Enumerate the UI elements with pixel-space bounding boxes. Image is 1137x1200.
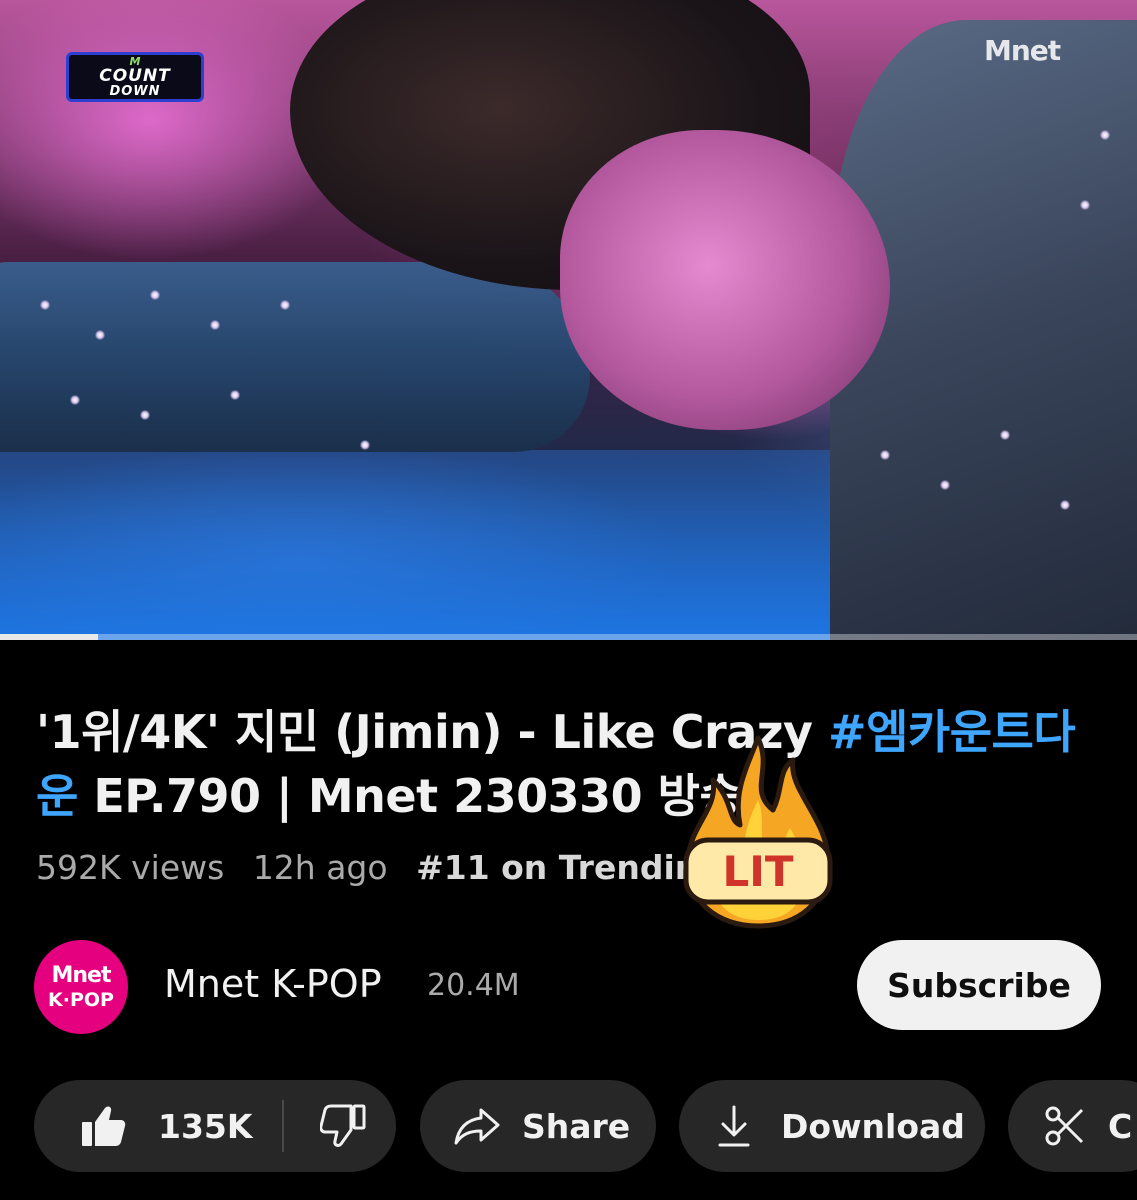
sparkle xyxy=(940,480,950,490)
share-button[interactable]: Share xyxy=(420,1080,656,1172)
sparkle xyxy=(40,300,50,310)
video-title[interactable]: '1위/4K' 지민 (Jimin) - Like Crazy #엠카운트다운 … xyxy=(36,700,1116,828)
scissors-icon xyxy=(1044,1105,1086,1147)
subscriber-count: 20.4M xyxy=(427,968,520,1003)
channel-name[interactable]: Mnet K-POP xyxy=(164,962,382,1006)
download-label: Download xyxy=(781,1106,965,1146)
video-player[interactable]: M COUNT DOWN Mnet xyxy=(0,0,1137,640)
channel-avatar[interactable]: Mnet K·POP xyxy=(34,940,128,1034)
trending-rank[interactable]: #11 on Trending xyxy=(416,848,722,887)
dislike-button[interactable] xyxy=(320,1104,366,1148)
share-icon xyxy=(454,1106,500,1146)
title-text-after: EP.790 | Mnet 230330 방송 xyxy=(77,769,742,823)
video-frame-arm xyxy=(0,262,590,452)
video-progress-bar[interactable] xyxy=(0,634,1137,640)
countdown-logo: M COUNT DOWN xyxy=(66,52,204,102)
sparkle xyxy=(280,300,290,310)
sparkle xyxy=(210,320,220,330)
sparkle xyxy=(1000,430,1010,440)
like-button[interactable] xyxy=(80,1104,126,1148)
sparkle xyxy=(880,450,890,460)
upload-age: 12h ago xyxy=(252,848,388,887)
clip-label: C xyxy=(1108,1106,1133,1146)
mnet-watermark: Mnet xyxy=(984,34,1061,67)
share-label: Share xyxy=(522,1106,631,1146)
countdown-logo-line2: DOWN xyxy=(109,84,161,99)
sparkle xyxy=(150,290,160,300)
avatar-line1: Mnet xyxy=(51,962,112,988)
sparkle xyxy=(140,410,150,420)
sparkle xyxy=(70,395,80,405)
avatar-line2: K·POP xyxy=(48,988,114,1011)
like-count[interactable]: 135K xyxy=(158,1107,252,1146)
sparkle xyxy=(360,440,370,450)
lit-fire-sticker: LIT xyxy=(683,735,833,929)
like-divider xyxy=(282,1100,285,1152)
clip-button[interactable]: C xyxy=(1008,1080,1137,1172)
sparkle xyxy=(230,390,240,400)
thumbs-up-icon xyxy=(82,1106,126,1146)
video-progress-fill xyxy=(0,634,98,640)
subscribe-button[interactable]: Subscribe xyxy=(857,940,1101,1030)
thumbs-down-icon xyxy=(320,1104,366,1147)
lit-label: LIT xyxy=(722,847,793,896)
download-icon xyxy=(717,1104,751,1148)
sparkle xyxy=(95,330,105,340)
sparkle xyxy=(1060,500,1070,510)
like-dislike-group: 135K xyxy=(34,1080,396,1172)
countdown-logo-line1: COUNT xyxy=(99,66,171,86)
download-button[interactable]: Download xyxy=(679,1080,985,1172)
view-count: 592K views xyxy=(36,848,225,887)
sparkle xyxy=(1080,200,1090,210)
video-meta[interactable]: 592K views 12h ago #11 on Trending xyxy=(36,848,740,888)
video-frame-table xyxy=(0,450,900,640)
sparkle xyxy=(1100,130,1110,140)
